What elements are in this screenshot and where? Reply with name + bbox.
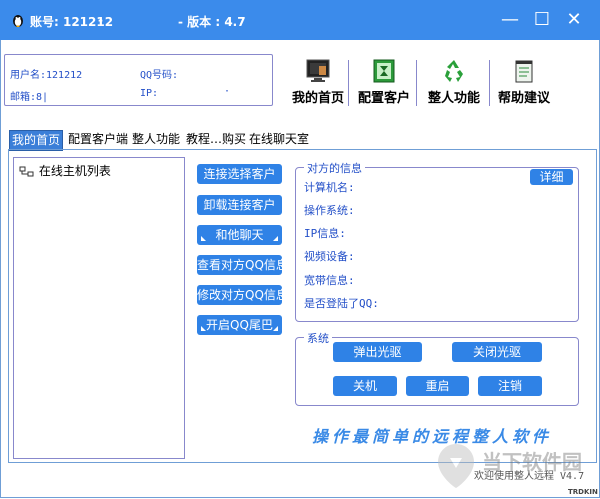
email-label: 邮箱:8|: [10, 92, 49, 103]
maximize-button[interactable]: ☐: [528, 6, 556, 34]
logoff-button[interactable]: 注销: [478, 376, 542, 396]
triangle-left-icon: [201, 326, 206, 331]
eject-cd-button[interactable]: 弹出光驱: [333, 342, 422, 362]
download-logo-icon: [438, 444, 474, 488]
chat-button-label: 和他聊天: [215, 228, 264, 242]
tree-root-label: 在线主机列表: [38, 164, 111, 178]
toolbar-divider: [416, 60, 417, 106]
toolbar-home-label: 我的首页: [291, 91, 344, 106]
notepad-icon: [515, 60, 533, 83]
title-dash: -: [98, 13, 103, 27]
ip-dots: ·: [224, 86, 231, 97]
network-icon: [19, 166, 34, 176]
chat-button[interactable]: 和他聊天: [197, 225, 282, 245]
recycle-icon: [445, 60, 463, 82]
view-qq-info-button[interactable]: 查看对方QQ信息: [197, 255, 288, 275]
triangle-left-icon: [201, 236, 206, 241]
os-label: 操作系统:: [304, 204, 355, 217]
system-legend: 系统: [304, 330, 332, 346]
toolbar-config-label: 配置客户: [357, 91, 410, 106]
host-list-tree[interactable]: 在线主机列表: [13, 157, 185, 459]
tab-chatroom[interactable]: 在线聊天室: [247, 130, 311, 149]
connect-client-button[interactable]: 连接选择客户: [197, 164, 282, 184]
tree-root[interactable]: 在线主机列表: [19, 162, 111, 179]
config-icon: [373, 59, 395, 83]
tab-home[interactable]: 我的首页: [9, 130, 64, 151]
penguin-icon: [13, 15, 23, 27]
title-bar: 账号: 121212 - - 版本 : 4.7 — ☐ ✕: [0, 0, 600, 40]
modify-qq-info-button[interactable]: 修改对方QQ信息: [197, 285, 288, 305]
peer-info-legend: 对方的信息: [304, 160, 365, 176]
toolbar-help-label: 帮助建议: [497, 91, 550, 106]
toolbar-home-button[interactable]: 我的首页: [283, 56, 353, 106]
tab-config-client[interactable]: 配置客户端: [66, 130, 130, 149]
disconnect-client-button[interactable]: 卸载连接客户: [197, 195, 282, 215]
triangle-right-icon: [273, 236, 278, 241]
computer-name-label: 计算机名:: [304, 181, 355, 194]
detail-button[interactable]: 详细: [530, 169, 573, 185]
brand-text: TRDKIN: [568, 488, 598, 496]
tab-tutorial[interactable]: 教程…购买: [184, 130, 248, 149]
tab-prank[interactable]: 整人功能: [130, 130, 182, 149]
toolbar-prank-button[interactable]: 整人功能: [419, 56, 489, 106]
qq-tail-button-label: 开启QQ尾巴: [206, 318, 273, 332]
qq-tail-button[interactable]: 开启QQ尾巴: [197, 315, 282, 335]
monitor-icon: [306, 59, 330, 82]
toolbar-help-button[interactable]: 帮助建议: [489, 56, 559, 106]
triangle-right-icon: [273, 326, 278, 331]
ip-label: IP:: [140, 88, 159, 99]
watermark: 当下软件园: [432, 442, 592, 490]
close-cd-button[interactable]: 关闭光驱: [452, 342, 542, 362]
username-label: 用户名:121212: [10, 70, 83, 81]
qq-label: QQ号码:: [140, 70, 179, 81]
toolbar-prank-label: 整人功能: [427, 91, 480, 106]
qq-login-label: 是否登陆了QQ:: [304, 297, 379, 310]
welcome-text: 欢迎使用整人远程 V4.7: [474, 471, 585, 482]
shutdown-button[interactable]: 关机: [333, 376, 397, 396]
toolbar-config-button[interactable]: 配置客户: [349, 56, 419, 106]
restart-button[interactable]: 重启: [406, 376, 469, 396]
close-button[interactable]: ✕: [560, 6, 588, 34]
minimize-button[interactable]: —: [496, 6, 524, 34]
bandwidth-label: 宽带信息:: [304, 274, 355, 287]
ip-info-label: IP信息:: [304, 227, 346, 240]
version-title: - 版本 : 4.7: [178, 15, 246, 29]
video-device-label: 视频设备:: [304, 250, 355, 263]
